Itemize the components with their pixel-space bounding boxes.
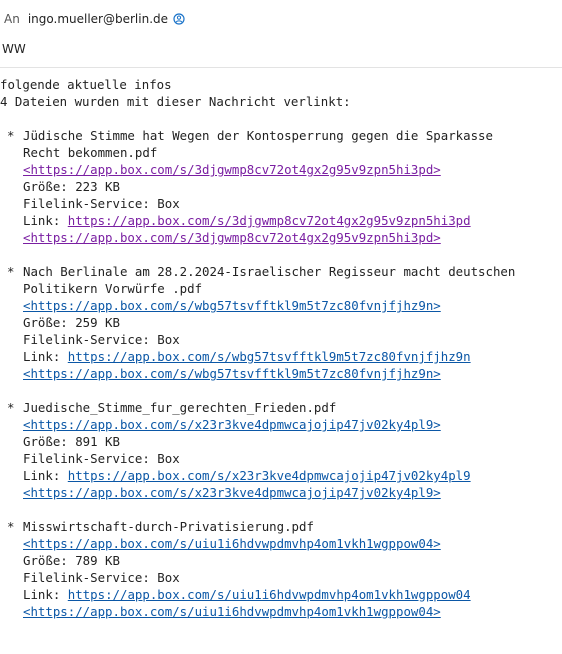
recipient-row: An ingo.mueller@berlin.de <box>4 12 185 26</box>
attachment-item: * Juedische_Stimme_fur_gerechten_Frieden.… <box>0 399 562 501</box>
attachment-size: Größe: 259 KB <box>23 315 120 330</box>
link-label: Link: <box>23 349 68 364</box>
attachment-url-link[interactable]: <https://app.box.com/s/wbg57tsvfftkl9m5t… <box>23 298 441 313</box>
verified-badge-icon <box>173 13 185 25</box>
bullet-icon: * <box>7 128 15 143</box>
attachment-item: * Jüdische Stimme hat Wegen der Kontosper… <box>0 127 562 246</box>
link-label: Link: <box>23 587 68 602</box>
attachment-link[interactable]: https://app.box.com/s/x23r3kve4dpmwcajoj… <box>68 468 471 483</box>
attachment-title: Nach Berlinale am 28.2.2024-Israelischer… <box>23 264 516 279</box>
intro-text: folgende aktuelle infos <box>0 77 172 92</box>
message-header: An ingo.mueller@berlin.de WW <box>0 0 562 70</box>
bullet-icon: * <box>7 519 15 534</box>
attachment-url-link[interactable]: <https://app.box.com/s/x23r3kve4dpmwcajo… <box>23 417 441 432</box>
attachment-url-link[interactable]: <https://app.box.com/s/uiu1i6hdvwpdmvhp4… <box>23 536 441 551</box>
attachment-service: Filelink-Service: Box <box>23 332 180 347</box>
bullet-icon: * <box>7 264 15 279</box>
attachment-title: Jüdische Stimme hat Wegen der Kontosperr… <box>23 128 493 143</box>
header-divider <box>0 67 562 68</box>
attachment-size: Größe: 891 KB <box>23 434 120 449</box>
subject-line: WW <box>2 42 26 56</box>
recipient-address[interactable]: ingo.mueller@berlin.de <box>28 12 168 26</box>
attachment-service: Filelink-Service: Box <box>23 451 180 466</box>
attachment-url-link-2[interactable]: <https://app.box.com/s/3djgwmp8cv72ot4gx… <box>23 230 441 245</box>
attachment-service: Filelink-Service: Box <box>23 570 180 585</box>
attachment-size: Größe: 223 KB <box>23 179 120 194</box>
attachment-link[interactable]: https://app.box.com/s/wbg57tsvfftkl9m5t7… <box>68 349 471 364</box>
attachment-service: Filelink-Service: Box <box>23 196 180 211</box>
bullet-icon: * <box>7 400 15 415</box>
link-label: Link: <box>23 468 68 483</box>
message-body: folgende aktuelle infos 4 Dateien wurden… <box>0 76 562 620</box>
attachment-url-link-2[interactable]: <https://app.box.com/s/x23r3kve4dpmwcajo… <box>23 485 441 500</box>
attachment-item: * Nach Berlinale am 28.2.2024-Israelische… <box>0 263 562 382</box>
attachment-url-link[interactable]: <https://app.box.com/s/3djgwmp8cv72ot4gx… <box>23 162 441 177</box>
attachment-title-cont: Politikern Vorwürfe .pdf <box>23 281 203 296</box>
attachment-title-cont: Recht bekommen.pdf <box>23 145 158 160</box>
attachment-link[interactable]: https://app.box.com/s/3djgwmp8cv72ot4gx2… <box>68 213 471 228</box>
attachment-link[interactable]: https://app.box.com/s/uiu1i6hdvwpdmvhp4o… <box>68 587 471 602</box>
attachment-item: * Misswirtschaft-durch-Privatisierung.pdf… <box>0 518 562 620</box>
attachment-title: Juedische_Stimme_fur_gerechten_Frieden.p… <box>23 400 337 415</box>
attachment-count-text: 4 Dateien wurden mit dieser Nachricht ve… <box>0 94 351 109</box>
attachment-url-link-2[interactable]: <https://app.box.com/s/uiu1i6hdvwpdmvhp4… <box>23 604 441 619</box>
attachment-title: Misswirtschaft-durch-Privatisierung.pdf <box>23 519 314 534</box>
to-label: An <box>4 12 20 26</box>
attachment-url-link-2[interactable]: <https://app.box.com/s/wbg57tsvfftkl9m5t… <box>23 366 441 381</box>
link-label: Link: <box>23 213 68 228</box>
attachment-size: Größe: 789 KB <box>23 553 120 568</box>
